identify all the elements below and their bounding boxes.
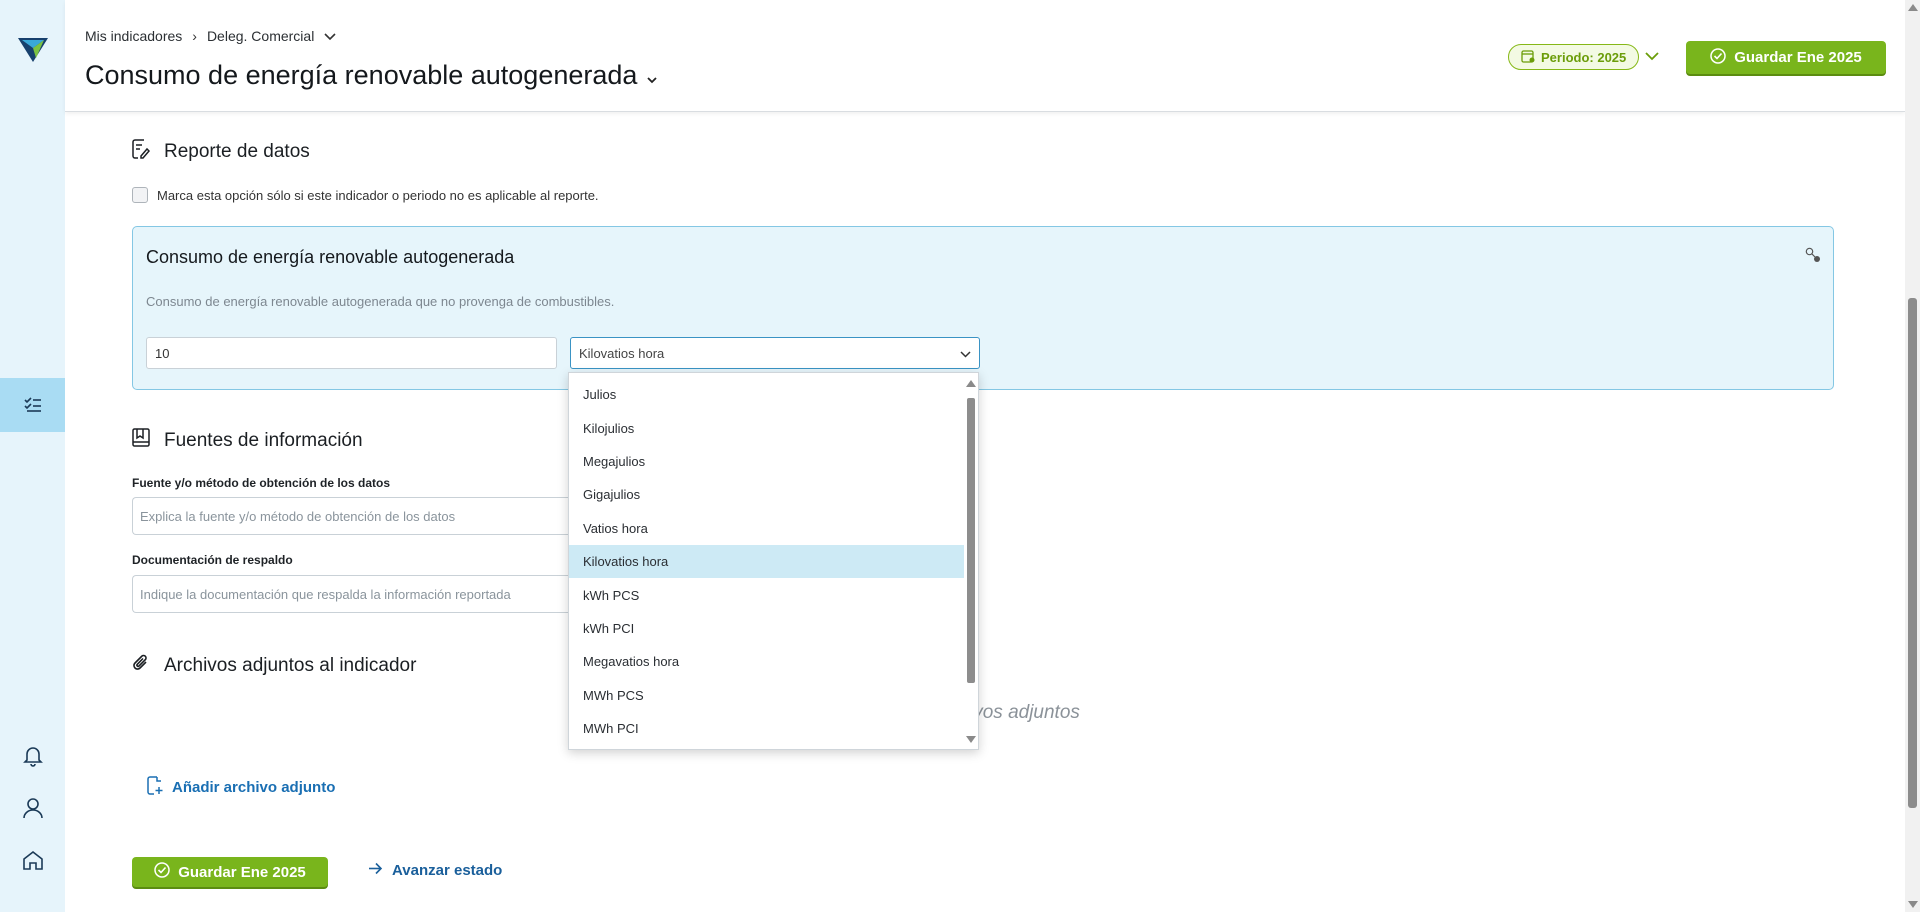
unit-options: Julios Kilojulios Megajulios Gigajulios Vati… — [569, 373, 978, 745]
period-badge[interactable]: Periodo: 2025 — [1508, 44, 1640, 70]
scroll-up-arrow-icon[interactable] — [966, 380, 976, 387]
dropdown-scroll-thumb[interactable] — [967, 398, 975, 683]
unit-option[interactable]: Gigajulios — [569, 478, 965, 511]
indicator-card: Consumo de energía renovable autogenerad… — [132, 226, 1834, 390]
docs-field-placeholder: Indique la documentación que respalda la… — [140, 586, 511, 602]
not-applicable-row: Marca esta opción sólo si este indicador… — [132, 187, 599, 203]
calendar-icon — [1521, 49, 1535, 66]
home-icon[interactable] — [0, 842, 65, 878]
breadcrumb-item-indicators[interactable]: Mis indicadores — [85, 28, 182, 44]
advance-state-link[interactable]: Avanzar estado — [368, 862, 502, 879]
period-chevron-down-icon[interactable] — [1645, 48, 1659, 66]
page-scrollbar[interactable] — [1905, 0, 1920, 912]
bell-icon[interactable] — [0, 738, 65, 774]
attachments-section-title-text: Archivos adjuntos al indicador — [164, 655, 417, 676]
page-title: Consumo de energía renovable autogenerad… — [85, 60, 658, 91]
breadcrumb-item-delegation[interactable]: Deleg. Comercial — [207, 28, 314, 44]
sources-section-title-text: Fuentes de información — [164, 429, 363, 451]
add-attachment-label: Añadir archivo adjunto — [172, 779, 336, 796]
scroll-down-arrow-icon[interactable] — [966, 736, 976, 743]
check-circle-icon — [1710, 47, 1726, 68]
source-field-label: Fuente y/o método de obtención de los da… — [132, 476, 391, 490]
value-input-text: 10 — [155, 345, 170, 361]
not-applicable-checkbox[interactable] — [132, 187, 148, 203]
attachments-empty-text: ivos adjuntos — [969, 702, 1080, 723]
indicator-card-title: Consumo de energía renovable autogenerad… — [146, 247, 515, 267]
chevron-down-icon[interactable] — [324, 28, 336, 44]
add-attachment-link[interactable]: Añadir archivo adjunto — [147, 776, 335, 799]
check-circle-icon — [154, 862, 170, 882]
indicator-card-description: Consumo de energía renovable autogenerad… — [146, 294, 615, 309]
unit-option[interactable]: Julios — [569, 378, 965, 411]
page-scroll-thumb[interactable] — [1908, 298, 1917, 808]
unit-select[interactable]: Kilovatios hora — [570, 337, 980, 369]
user-icon[interactable] — [0, 790, 65, 826]
save-button-label: Guardar Ene 2025 — [1734, 49, 1862, 66]
docs-field-label: Documentación de respaldo — [132, 553, 293, 567]
unit-option[interactable]: Vatios hora — [569, 512, 965, 545]
title-chevron-down-icon[interactable] — [647, 60, 658, 91]
book-icon — [132, 428, 150, 453]
arrow-right-icon — [368, 862, 383, 879]
unit-option[interactable]: Megavatios hora — [569, 645, 965, 678]
unit-option[interactable]: kWh PCI — [569, 612, 965, 645]
period-label: Periodo: 2025 — [1541, 49, 1627, 65]
docs-field[interactable]: Indique la documentación que respalda la… — [132, 575, 602, 613]
save-button-header[interactable]: Guardar Ene 2025 — [1686, 41, 1886, 74]
unit-option[interactable]: Kilovatios hora — [569, 544, 965, 579]
app-logo-icon[interactable] — [18, 34, 48, 64]
page-scroll-down-arrow-icon[interactable] — [1908, 901, 1918, 908]
attachments-section-title: Archivos adjuntos al indicador — [132, 653, 416, 679]
indicators-nav-icon[interactable] — [0, 378, 65, 432]
unit-select-value: Kilovatios hora — [579, 345, 665, 361]
breadcrumb-separator-icon: › — [192, 28, 197, 44]
report-section-title-text: Reporte de datos — [164, 141, 310, 162]
key-icon[interactable] — [1805, 247, 1821, 268]
page-scroll-up-arrow-icon[interactable] — [1908, 4, 1918, 11]
save-button-footer-label: Guardar Ene 2025 — [178, 863, 306, 881]
page-title-text: Consumo de energía renovable autogenerad… — [85, 60, 638, 90]
breadcrumb: Mis indicadores › Deleg. Comercial — [85, 28, 336, 44]
chevron-down-icon — [960, 346, 971, 361]
unit-option[interactable]: Megajulios — [569, 445, 965, 478]
unit-dropdown-list[interactable]: Julios Kilojulios Megajulios Gigajulios Vati… — [568, 372, 979, 750]
save-button-footer[interactable]: Guardar Ene 2025 — [132, 857, 328, 887]
unit-option[interactable]: MWh PCI — [569, 712, 965, 745]
value-input[interactable]: 10 — [146, 337, 557, 369]
add-file-icon — [147, 776, 163, 799]
unit-option[interactable]: kWh PCS — [569, 578, 965, 611]
source-field-placeholder: Explica la fuente y/o método de obtenció… — [140, 508, 456, 524]
report-section-title: Reporte de datos — [132, 139, 310, 165]
unit-option[interactable]: MWh PCS — [569, 679, 965, 712]
source-field[interactable]: Explica la fuente y/o método de obtenció… — [132, 497, 602, 535]
not-applicable-label: Marca esta opción sólo si este indicador… — [157, 187, 599, 203]
unit-option[interactable]: Kilojulios — [569, 411, 965, 444]
advance-state-label: Avanzar estado — [392, 862, 503, 879]
dropdown-scrollbar[interactable] — [964, 373, 978, 749]
edit-document-icon — [132, 139, 151, 165]
page-header: Mis indicadores › Deleg. Comercial Consu… — [65, 0, 1905, 112]
side-rail — [0, 0, 65, 912]
sources-section-title: Fuentes de información — [132, 428, 363, 453]
paperclip-icon — [132, 653, 150, 679]
